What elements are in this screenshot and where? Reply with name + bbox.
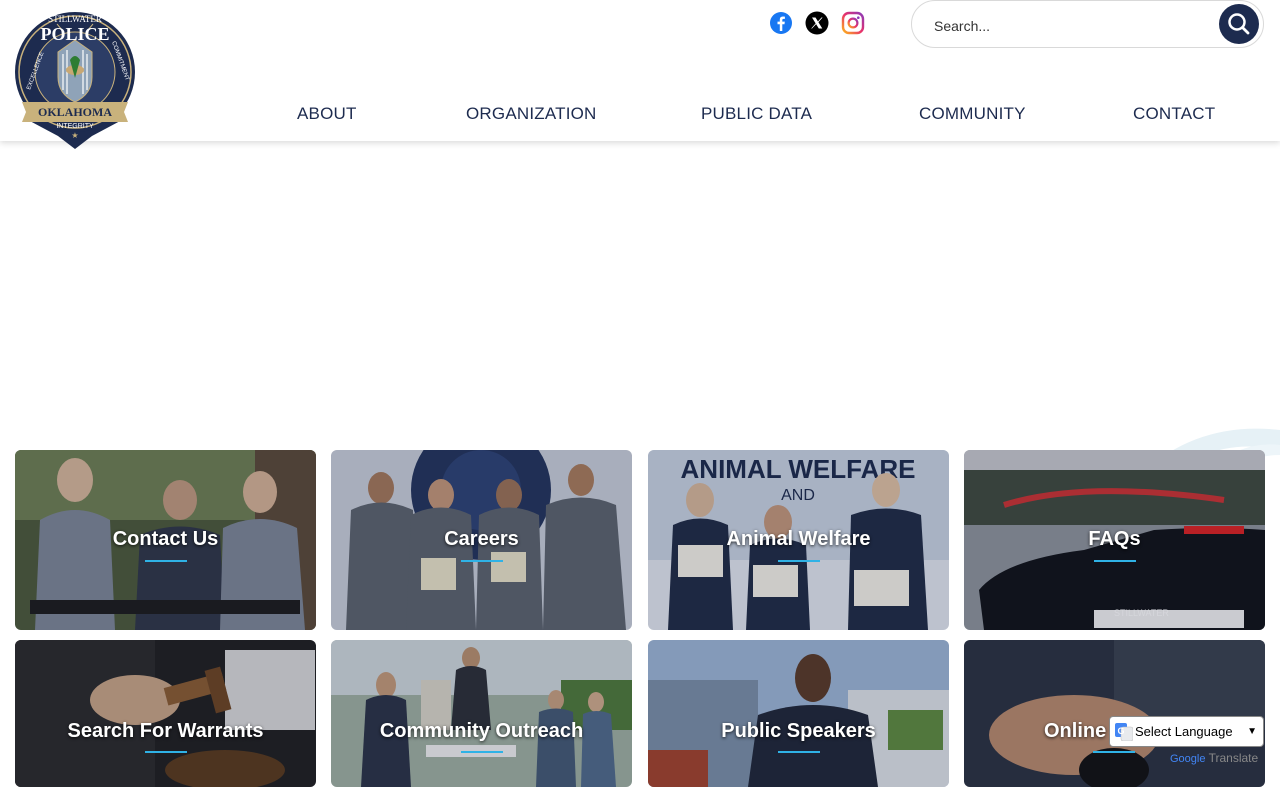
search-box [911,0,1264,48]
tile-underline [144,560,187,562]
tile-underline [777,560,820,562]
tile-underline [460,751,503,753]
tile-label: Public Speakers [721,720,876,742]
tile-underline [1093,751,1135,753]
logo-main-text: POLICE [40,24,109,44]
nav-contact[interactable]: CONTACT [1133,104,1215,124]
google-translate-icon: G [1115,723,1133,741]
tile-overlay [331,640,632,787]
tile-overlay [15,640,316,787]
tile-underline [144,751,187,753]
nav-community[interactable]: COMMUNITY [919,104,1026,124]
nav-organization[interactable]: ORGANIZATION [466,104,597,124]
tile-label: Careers [444,528,519,550]
google-wordmark: Google [1170,753,1206,765]
tile-faqs[interactable]: STILLWATER FAQs [964,450,1265,630]
logo-banner-text: OKLAHOMA [38,105,112,119]
instagram-icon[interactable] [841,11,865,35]
tile-animal-welfare[interactable]: ANIMAL WELFARE AND Animal Welfare [648,450,949,630]
logo-bottom-text: INTEGRITY [56,123,94,130]
site-header: STILLWATER POLICE EXCELLENCE COMMITMENT … [0,0,1280,149]
police-badge-logo[interactable]: STILLWATER POLICE EXCELLENCE COMMITMENT … [14,2,136,152]
tile-community-outreach[interactable]: Community Outreach [331,640,632,787]
language-select-label: Select Language [1135,724,1233,739]
tile-label: FAQs [1088,528,1141,550]
logo-star-icon: ★ [71,131,78,140]
tile-underline [460,560,503,562]
search-input[interactable] [932,13,1206,39]
tile-search-for-warrants[interactable]: Search For Warrants [15,640,316,787]
language-select[interactable]: G Select Language ▼ [1109,716,1264,747]
powered-by-google: Google Translate [1170,751,1258,765]
tile-underline [777,751,820,753]
tile-underline [1093,560,1136,562]
svg-text:G: G [1117,726,1124,736]
facebook-icon[interactable] [769,11,793,35]
tile-label: Search For Warrants [67,720,264,742]
logo-top-text: STILLWATER [48,14,102,24]
nav-about[interactable]: ABOUT [297,104,357,124]
tile-label: Animal Welfare [726,528,871,550]
search-icon [1228,13,1250,35]
nav-public-data[interactable]: PUBLIC DATA [701,104,812,124]
tile-overlay [648,640,949,787]
tile-label: Contact Us [112,528,219,550]
search-button[interactable] [1219,4,1259,44]
tile-label: Community Outreach [379,720,584,742]
tile-public-speakers[interactable]: Public Speakers [648,640,949,787]
chevron-down-icon: ▼ [1247,726,1257,737]
tile-contact-us[interactable]: Contact Us [15,450,316,630]
x-icon[interactable] [805,11,829,35]
translate-wordmark: Translate [1208,751,1259,765]
tile-careers[interactable]: Careers [331,450,632,630]
